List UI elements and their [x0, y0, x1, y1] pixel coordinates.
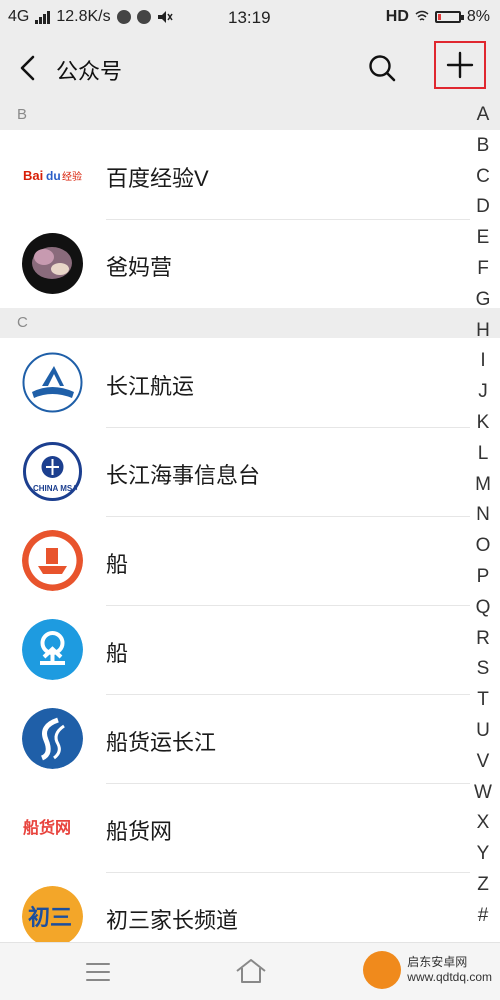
account-name: 爸妈营 — [106, 255, 173, 280]
page-title: 公众号 — [56, 59, 123, 84]
wifi-icon — [415, 10, 429, 21]
index-letter[interactable]: D — [468, 192, 498, 223]
index-letter[interactable]: R — [468, 624, 498, 655]
watermark-text: 启东安卓网 www.qdtdq.com — [407, 955, 492, 985]
mute-icon — [157, 11, 173, 23]
watermark-logo — [363, 951, 402, 989]
list-item[interactable]: 船 — [0, 605, 500, 694]
watermark-line1: 启东安卓网 — [407, 955, 468, 969]
watermark-line2: www.qdtdq.com — [407, 970, 492, 984]
index-letter[interactable]: T — [468, 685, 498, 716]
notification-icon — [116, 10, 131, 24]
account-name: 船 — [106, 641, 129, 666]
list-item[interactable]: Bai du 经验 百度经验V — [0, 130, 500, 219]
nav-bar: 公众号 — [0, 36, 500, 100]
account-name: 长江海事信息台 — [106, 463, 261, 488]
network-speed: 12.8K/s — [56, 8, 111, 25]
list-item[interactable]: 船 — [0, 516, 500, 605]
alphabet-index[interactable]: A B C D E F G H I J K L M N O P Q R S T U V W X Y Z # — [468, 100, 498, 932]
status-bar: 4G 12.8K/s 13:19 HD 8% — [0, 0, 500, 36]
watermark: 启东安卓网 www.qdtdq.com — [363, 951, 492, 989]
account-name: 船货网 — [106, 819, 173, 844]
index-letter[interactable]: W — [468, 778, 498, 809]
index-letter[interactable]: E — [468, 223, 498, 254]
changjiang-shipping-avatar — [22, 352, 83, 413]
account-name: 船货运长江 — [106, 730, 217, 755]
index-letter[interactable]: C — [468, 162, 498, 193]
index-letter[interactable]: J — [468, 377, 498, 408]
chusan-logo-text: 初三 — [28, 905, 72, 931]
search-button[interactable] — [364, 50, 400, 86]
section-header-c: C — [0, 308, 500, 338]
battery-percent: 8% — [466, 8, 490, 25]
index-letter[interactable]: X — [468, 808, 498, 839]
index-letter[interactable]: O — [468, 531, 498, 562]
app-notification-icon — [136, 10, 151, 24]
index-letter[interactable]: N — [468, 500, 498, 531]
account-name: 百度经验V — [106, 166, 209, 191]
list-item[interactable]: CHINA MSA 长江海事信息台 — [0, 427, 500, 516]
index-letter[interactable]: S — [468, 654, 498, 685]
account-name: 长江航运 — [106, 374, 195, 399]
index-letter[interactable]: B — [468, 131, 498, 162]
clock: 13:19 — [228, 8, 271, 27]
list-item[interactable]: 船货运长江 — [0, 694, 500, 783]
index-letter[interactable]: G — [468, 285, 498, 316]
index-letter[interactable]: # — [468, 901, 498, 932]
home-button[interactable] — [233, 957, 269, 985]
back-button[interactable] — [14, 52, 44, 84]
signal-icon — [35, 10, 51, 24]
svg-text:经验: 经验 — [62, 170, 82, 183]
chuanhuo-changjiang-avatar — [22, 708, 83, 769]
system-nav-bar: 启东安卓网 www.qdtdq.com — [0, 942, 500, 1000]
index-letter[interactable]: F — [468, 254, 498, 285]
battery-icon — [434, 11, 464, 23]
account-name: 船 — [106, 552, 129, 577]
chuanhuowang-avatar: 船货网 — [22, 797, 83, 858]
chuanhuowang-logo-text: 船货网 — [23, 818, 71, 837]
chuan-avatar-1 — [22, 530, 83, 591]
list-item[interactable]: 爸妈营 — [0, 219, 500, 308]
index-letter[interactable]: H — [468, 316, 498, 347]
list-item[interactable]: 长江航运 — [0, 338, 500, 427]
index-letter[interactable]: K — [468, 408, 498, 439]
index-letter[interactable]: Y — [468, 839, 498, 870]
network-type: 4G — [8, 8, 30, 25]
svg-text:Bai: Bai — [23, 168, 43, 183]
menu-button[interactable] — [84, 961, 112, 983]
index-letter[interactable]: A — [468, 100, 498, 131]
index-letter[interactable]: L — [468, 439, 498, 470]
bamaying-avatar — [22, 233, 83, 294]
official-accounts-list: B Bai du 经验 百度经验V 爸妈营 C 长江航运 CHINA MSA 长… — [0, 100, 500, 942]
index-letter[interactable]: M — [468, 470, 498, 501]
baidu-jingyan-avatar: Bai du 经验 — [22, 144, 83, 205]
index-letter[interactable]: I — [468, 346, 498, 377]
list-item[interactable]: 初三 初三家长频道 — [0, 872, 500, 942]
hd-badge: HD — [385, 8, 409, 25]
chusan-avatar: 初三 — [22, 886, 83, 942]
msa-logo-text: CHINA MSA — [33, 484, 78, 493]
chuan-avatar-2 — [22, 619, 83, 680]
index-letter[interactable]: Z — [468, 870, 498, 901]
index-letter[interactable]: U — [468, 716, 498, 747]
plus-icon — [446, 51, 474, 79]
account-name: 初三家长频道 — [106, 908, 239, 933]
svg-text:du: du — [46, 169, 61, 183]
status-left: 4G 12.8K/s — [8, 8, 173, 26]
china-msa-avatar: CHINA MSA — [22, 441, 83, 502]
index-letter[interactable]: Q — [468, 593, 498, 624]
section-header-b: B — [0, 100, 500, 130]
index-letter[interactable]: P — [468, 562, 498, 593]
list-item[interactable]: 船货网 船货网 — [0, 783, 500, 872]
index-letter[interactable]: V — [468, 747, 498, 778]
add-button[interactable] — [434, 41, 486, 89]
status-right: HD 8% — [386, 8, 490, 26]
